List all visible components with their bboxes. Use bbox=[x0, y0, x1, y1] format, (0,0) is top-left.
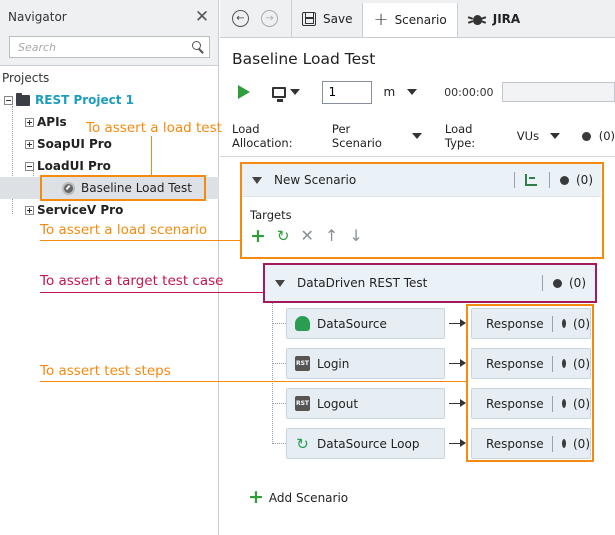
elapsed-time: 00:00:00 bbox=[444, 85, 494, 99]
collapse-icon[interactable] bbox=[25, 161, 34, 171]
arrow-right-icon bbox=[449, 399, 466, 407]
monitor-icon[interactable] bbox=[272, 86, 287, 102]
arrow-right-icon: → bbox=[265, 12, 274, 24]
tree-item-servicev-pro[interactable]: ServiceV Pro bbox=[25, 200, 123, 220]
tree-item-label: ServiceV Pro bbox=[37, 203, 124, 217]
progress-bar bbox=[501, 82, 615, 102]
run-controls: m 00:00:00 bbox=[232, 80, 615, 104]
tree-item-label: SoapUI Pro bbox=[37, 137, 112, 151]
annotation-load-scenario: To assert a load scenario bbox=[40, 222, 208, 238]
plus-icon: + bbox=[373, 8, 389, 30]
rest-request-icon: RST bbox=[295, 356, 310, 371]
datasource-icon bbox=[295, 316, 310, 331]
save-label: Save bbox=[323, 11, 353, 26]
tree-guide bbox=[272, 443, 286, 444]
callout-line bbox=[40, 292, 263, 293]
expand-icon[interactable] bbox=[25, 117, 34, 127]
plus-icon: + bbox=[248, 486, 264, 508]
chevron-down-icon[interactable] bbox=[290, 89, 301, 95]
arrow-right-icon bbox=[449, 439, 466, 447]
test-step-datasource-loop[interactable]: ↻ DataSource Loop bbox=[286, 428, 445, 459]
scenario-label: Scenario bbox=[394, 12, 447, 27]
forward-button[interactable]: → bbox=[261, 10, 278, 27]
folder-icon bbox=[16, 92, 30, 106]
status-dot-icon bbox=[582, 131, 591, 141]
tree-item-loadui-pro[interactable]: LoadUI Pro bbox=[25, 156, 111, 176]
callout-line bbox=[40, 381, 466, 382]
annotation-load-test: To assert a load test bbox=[86, 120, 222, 136]
search-box[interactable] bbox=[9, 36, 210, 58]
collapse-icon[interactable] bbox=[4, 95, 13, 105]
highlight-test-steps bbox=[466, 304, 594, 462]
tree-guide bbox=[272, 363, 286, 364]
expand-icon[interactable] bbox=[25, 139, 34, 149]
page-title: Baseline Load Test bbox=[232, 50, 376, 68]
chevron-down-icon[interactable] bbox=[407, 89, 418, 95]
callout-line bbox=[40, 240, 240, 241]
section-divider bbox=[220, 156, 615, 157]
annotation-target-case: To assert a target test case bbox=[40, 273, 224, 289]
main-toolbar: ← → Save + Scenario JIRA bbox=[220, 0, 615, 38]
tree-item-apis[interactable]: APIs bbox=[25, 112, 67, 132]
callout-line bbox=[151, 136, 152, 175]
tree-guide bbox=[272, 323, 286, 324]
allocation-row: Load Allocation: Per Scenario Load Type:… bbox=[232, 122, 615, 150]
tree-guide bbox=[272, 403, 286, 404]
search-icon[interactable] bbox=[192, 40, 205, 54]
load-type-select[interactable]: VUs bbox=[517, 129, 539, 143]
loop-icon: ↻ bbox=[296, 434, 309, 453]
step-name: DataSource bbox=[317, 316, 387, 331]
close-icon[interactable]: ✕ bbox=[194, 9, 210, 26]
back-button[interactable]: ← bbox=[232, 10, 249, 27]
highlight-target-case bbox=[263, 263, 597, 303]
step-name: Login bbox=[317, 356, 350, 371]
arrow-right-icon bbox=[449, 319, 466, 327]
save-icon bbox=[302, 11, 316, 26]
search-input[interactable] bbox=[18, 40, 192, 54]
expand-icon[interactable] bbox=[25, 205, 34, 215]
add-scenario-toolbar-button[interactable]: + Scenario bbox=[362, 2, 458, 37]
highlight-load-test bbox=[40, 175, 206, 201]
chevron-down-icon[interactable] bbox=[550, 133, 561, 139]
search-row bbox=[0, 34, 218, 66]
navigator-header: Navigator ✕ bbox=[0, 0, 218, 34]
arrow-left-icon: ← bbox=[236, 12, 245, 24]
duration-input[interactable] bbox=[322, 80, 373, 104]
step-name: DataSource Loop bbox=[317, 436, 420, 451]
play-icon[interactable] bbox=[238, 85, 250, 99]
step-name: Logout bbox=[317, 396, 359, 411]
rest-request-icon: RST bbox=[295, 396, 310, 411]
tree-item-label: LoadUI Pro bbox=[37, 159, 111, 173]
tree-item-label: APIs bbox=[37, 115, 67, 129]
tree-item-soapui-pro[interactable]: SoapUI Pro bbox=[25, 134, 112, 154]
test-step-logout[interactable]: RST Logout bbox=[286, 388, 445, 419]
project-name: REST Project 1 bbox=[35, 93, 135, 107]
highlight-load-scenario bbox=[240, 162, 604, 259]
bug-icon bbox=[467, 12, 486, 26]
load-count: (0) bbox=[598, 129, 615, 143]
save-button[interactable]: Save bbox=[292, 0, 362, 38]
arrow-right-icon bbox=[449, 359, 466, 367]
jira-button[interactable]: JIRA bbox=[458, 0, 530, 38]
chevron-down-icon[interactable] bbox=[411, 133, 422, 139]
projects-label: Projects bbox=[2, 71, 50, 85]
test-step-datasource[interactable]: DataSource bbox=[286, 308, 445, 339]
annotation-test-steps: To assert test steps bbox=[40, 363, 171, 379]
load-allocation-select[interactable]: Per Scenario bbox=[332, 122, 401, 150]
unit-select[interactable]: m bbox=[383, 85, 395, 99]
add-scenario-label: Add Scenario bbox=[268, 490, 349, 505]
navigator-title: Navigator bbox=[8, 10, 67, 24]
test-step-login[interactable]: RST Login bbox=[286, 348, 445, 379]
jira-label: JIRA bbox=[492, 11, 521, 26]
add-scenario-button[interactable]: + Add Scenario bbox=[248, 488, 348, 507]
tree-item-project[interactable]: REST Project 1 bbox=[4, 90, 134, 110]
load-type-label: Load Type: bbox=[444, 122, 476, 150]
load-allocation-label: Load Allocation: bbox=[232, 122, 293, 150]
